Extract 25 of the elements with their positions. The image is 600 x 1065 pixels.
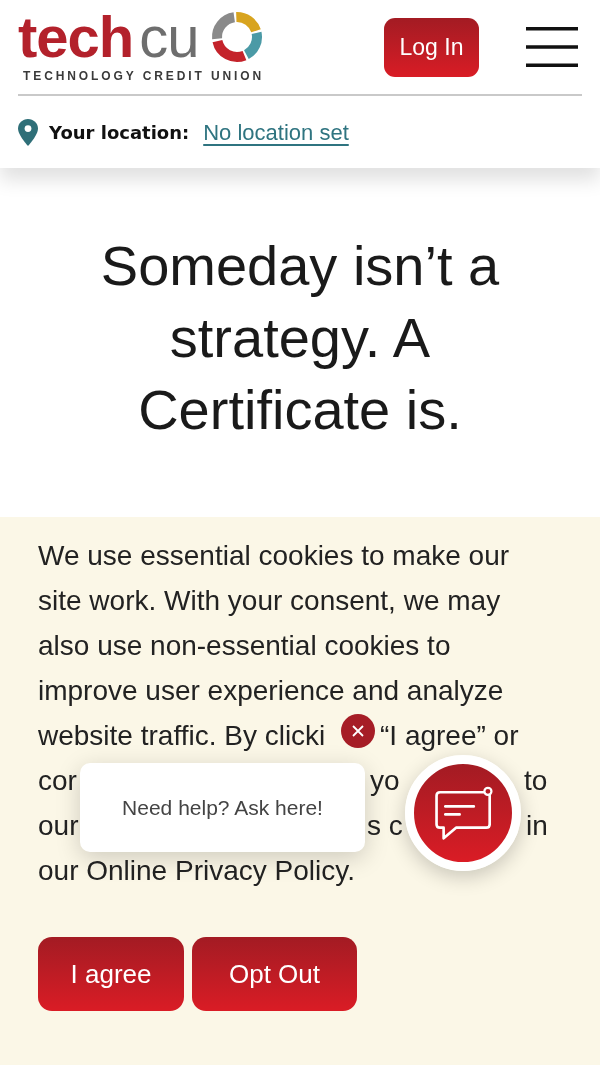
location-link[interactable]: No location set <box>203 115 349 149</box>
location-label: Your location: <box>49 120 190 145</box>
menu-button[interactable] <box>526 26 578 68</box>
cookie-text-fragment: yo <box>370 764 400 798</box>
chat-bubble-icon <box>433 784 495 842</box>
cookie-text-fragment: s c <box>367 809 403 843</box>
login-button[interactable]: Log In <box>384 17 479 77</box>
close-icon <box>352 725 364 737</box>
cookie-text-fragment: cor <box>38 764 77 798</box>
cookie-text-fragment: our <box>38 809 79 843</box>
cookie-text-fragment: website traffic. By clicki <box>38 719 326 753</box>
opt-out-button[interactable]: Opt Out <box>192 937 357 1011</box>
logo-wordmark: techcu <box>18 11 199 63</box>
privacy-policy-text: our Online Privacy Policy. <box>38 854 355 888</box>
chat-prompt-bubble[interactable]: Need help? Ask here! <box>80 763 365 852</box>
ring-logo-icon <box>210 11 263 63</box>
location-pin-icon <box>18 118 38 146</box>
cookie-text-fragment: “I agree” or <box>380 719 519 753</box>
close-button[interactable] <box>341 714 375 748</box>
cookie-text-fragment: to <box>524 764 548 798</box>
cookie-text-fragment: in <box>526 809 548 843</box>
logo-tagline: TECHNOLOGY CREDIT UNION <box>23 69 265 83</box>
hero-heading: Someday isn’t a strategy. A Certificate is. <box>99 233 501 443</box>
menu-icon <box>526 27 578 67</box>
agree-button[interactable]: I agree <box>38 937 184 1011</box>
